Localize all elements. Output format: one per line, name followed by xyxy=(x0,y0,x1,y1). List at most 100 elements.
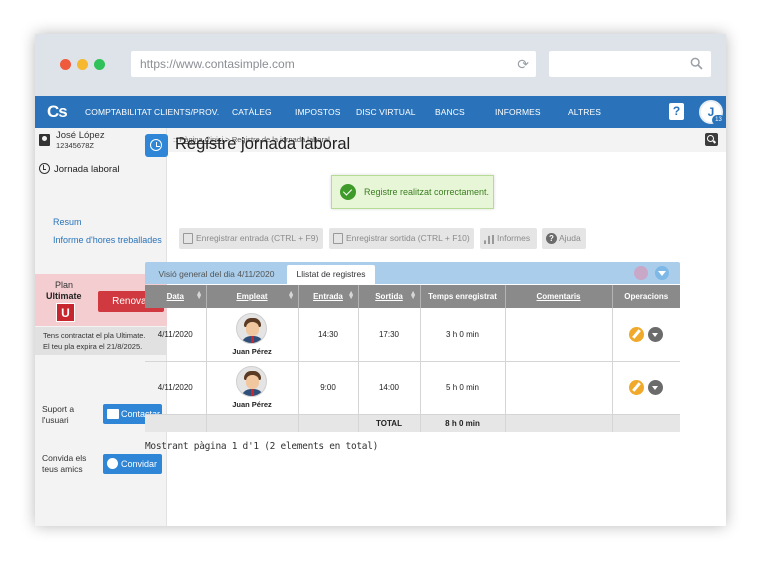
success-message: Registre realitzat correctament. xyxy=(364,187,490,197)
plan-label: Plan xyxy=(55,280,74,290)
employee: Juan Pérez xyxy=(232,312,272,356)
total-row: TOTAL 8 h 0 min xyxy=(145,414,680,432)
user-avatar[interactable]: J 13 xyxy=(699,100,725,125)
cell-employee: Juan Pérez xyxy=(206,308,299,362)
invite-label-line2: teus amics xyxy=(42,464,83,474)
cell-exit: 14:00 xyxy=(358,361,421,415)
invite-button-label: Convidar xyxy=(121,459,158,469)
main-navigation: Cs COMPTABILITAT CLIENTS/PROV. CATÀLEG I… xyxy=(35,96,726,128)
nav-item-informes[interactable]: INFORMES xyxy=(495,96,541,128)
cell-date: 4/11/2020 xyxy=(145,308,207,362)
support-label-line2: l'usuari xyxy=(42,415,69,425)
total-empty-cell xyxy=(206,414,299,432)
record-exit-button[interactable]: Enregistrar sortida (CTRL + F10) xyxy=(329,228,474,249)
chevron-down-icon[interactable] xyxy=(648,380,664,395)
column-header-time: Temps enregistrat xyxy=(420,285,506,308)
cell-entry: 9:00 xyxy=(298,361,359,415)
employee-avatar xyxy=(236,366,268,397)
sign-out-icon xyxy=(333,233,343,244)
record-entry-label: Enregistrar entrada (CTRL + F9) xyxy=(196,233,319,243)
column-header-entry-label: Entrada xyxy=(313,292,343,301)
column-header-operations: Operacions xyxy=(612,285,680,308)
column-header-entry[interactable]: Entrada ▲ ▼ xyxy=(298,285,359,308)
refresh-icon[interactable]: ⟳ xyxy=(517,51,529,77)
sort-icon: ▲ ▼ xyxy=(287,290,295,301)
close-window-dot[interactable] xyxy=(60,59,71,70)
success-alert: Registre realitzat correctament. xyxy=(331,175,494,209)
section-title: Jornada laboral xyxy=(39,163,120,175)
cell-operations xyxy=(612,361,680,415)
user-code: 12345678Z xyxy=(56,141,94,150)
pencil-icon[interactable] xyxy=(629,380,645,395)
employee-avatar xyxy=(236,312,268,344)
reports-button[interactable]: Informes xyxy=(480,228,537,249)
column-header-comments[interactable]: Comentaris xyxy=(505,285,613,308)
address-bar[interactable]: https://www.contasimple.com ⟳ xyxy=(131,51,536,77)
reports-label: Informes xyxy=(497,233,531,243)
nav-item-bancs[interactable]: BANCS xyxy=(435,96,465,128)
cell-time: 5 h 0 min xyxy=(420,361,506,415)
record-exit-label: Enregistrar sortida (CTRL + F10) xyxy=(346,233,470,243)
plan-name: Ultimate xyxy=(46,291,82,301)
cell-employee: Juan Pérez xyxy=(206,361,299,415)
help-icon[interactable]: ? xyxy=(669,103,684,120)
records-table: Data ▲ ▼ Empleat ▲ ▼ Entrada ▲ ▼ Sortida ▲ ▼ Tem… xyxy=(145,285,680,432)
clock-history-icon xyxy=(39,163,50,174)
cell-entry: 14:30 xyxy=(298,308,359,362)
chevron-down-icon[interactable] xyxy=(648,326,664,342)
app-logo[interactable]: Cs xyxy=(47,100,69,124)
record-entry-button[interactable]: Enregistrar entrada (CTRL + F9) xyxy=(179,228,323,249)
column-header-date[interactable]: Data ▲ ▼ xyxy=(145,285,207,308)
filter-dropdown-icon[interactable] xyxy=(655,266,669,280)
maximize-window-dot[interactable] xyxy=(94,59,105,70)
notification-badge: 13 xyxy=(712,115,725,125)
search-icon[interactable] xyxy=(705,133,718,146)
globe-icon xyxy=(107,458,118,469)
table-row: 4/11/2020 Juan Pérez 9:00 14:00 5 h 0 mi… xyxy=(145,361,680,415)
question-circle-icon: ? xyxy=(546,233,557,244)
bar-chart-icon xyxy=(484,233,494,244)
nav-item-altres[interactable]: ALTRES xyxy=(568,96,601,128)
total-empty-cell xyxy=(612,414,680,432)
cell-date: 4/11/2020 xyxy=(145,361,207,415)
cell-comments xyxy=(505,308,613,362)
total-empty-cell xyxy=(298,414,359,432)
tab-list[interactable]: Llistat de registres xyxy=(287,265,375,284)
nav-item-comptabilitat[interactable]: COMPTABILITAT xyxy=(85,96,152,128)
column-header-exit[interactable]: Sortida ▲ ▼ xyxy=(358,285,421,308)
check-circle-icon xyxy=(340,184,356,200)
sort-icon: ▲ ▼ xyxy=(409,290,417,301)
pencil-icon[interactable] xyxy=(629,326,645,342)
nav-item-impostos[interactable]: IMPOSTOS xyxy=(295,96,341,128)
invite-button[interactable]: Convidar xyxy=(103,454,162,474)
total-empty-cell xyxy=(145,414,207,432)
table-row: 4/11/2020 Juan Pérez 14:30 17:30 3 h 0 m… xyxy=(145,308,680,362)
column-header-employee[interactable]: Empleat ▲ ▼ xyxy=(206,285,299,308)
tab-bar: Visió general del dia 4/11/2020 Llistat … xyxy=(145,262,680,284)
envelope-icon xyxy=(107,409,119,419)
minimize-window-dot[interactable] xyxy=(77,59,88,70)
nav-item-cataleg[interactable]: CATÀLEG xyxy=(232,96,272,128)
employee: Juan Pérez xyxy=(232,366,272,409)
user-name: José López xyxy=(56,130,105,141)
support-label: Suport a l'usuari xyxy=(42,404,74,426)
browser-search-input[interactable] xyxy=(549,51,711,77)
total-empty-cell xyxy=(505,414,613,432)
plan-badge: U xyxy=(56,303,75,322)
column-header-date-label: Data xyxy=(166,292,184,301)
cell-time: 3 h 0 min xyxy=(420,308,506,362)
page-title: Registre jornada laboral xyxy=(175,135,351,153)
cell-operations xyxy=(612,308,680,362)
nav-item-clients[interactable]: CLIENTS/PROV. xyxy=(154,96,219,128)
browser-toolbar: https://www.contasimple.com ⟳ xyxy=(35,34,726,96)
cell-comments xyxy=(505,361,613,415)
nav-item-disc-virtual[interactable]: DISC VIRTUAL xyxy=(356,96,416,128)
sidebar-link-resum[interactable]: Resum xyxy=(53,217,82,227)
clock-history-icon xyxy=(145,134,168,157)
tab-overview[interactable]: Visió general del dia 4/11/2020 xyxy=(148,265,285,284)
help-button[interactable]: ? Ajuda xyxy=(542,228,586,249)
help-label: Ajuda xyxy=(559,233,581,243)
sidebar-link-informe-hores[interactable]: Informe d'hores treballades xyxy=(53,235,162,245)
clear-filter-icon[interactable] xyxy=(634,266,648,280)
sort-icon: ▲ ▼ xyxy=(347,290,355,301)
